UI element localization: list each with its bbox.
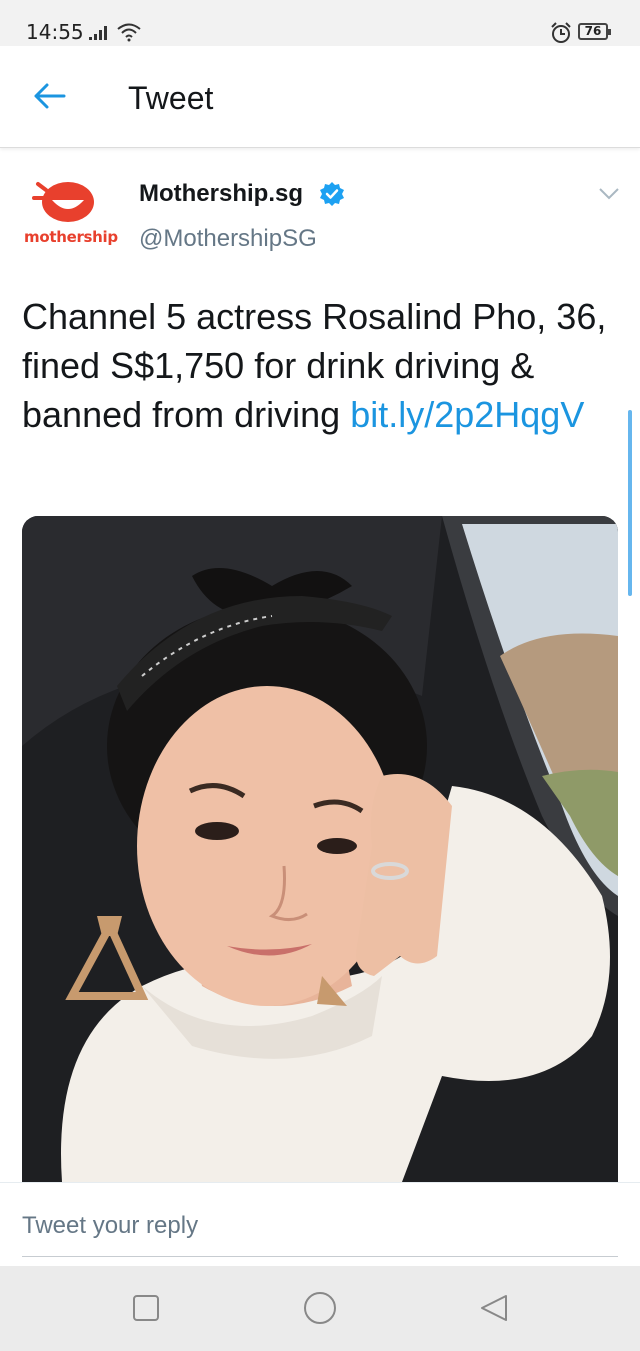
page-title: Tweet: [128, 80, 214, 116]
system-nav-bar: [0, 1266, 640, 1351]
verified-badge-icon: [320, 182, 344, 206]
app-header: Tweet: [0, 46, 640, 148]
status-time: 14:55: [26, 20, 84, 44]
tweet-link[interactable]: bit.ly/​2p2HqgV: [350, 394, 584, 435]
tweet-text: Channel 5 actress Rosalind Pho, 36, fine…: [22, 292, 622, 439]
chevron-down-icon[interactable]: [598, 187, 620, 201]
alarm-icon: [551, 22, 571, 43]
scrollbar[interactable]: [628, 410, 632, 596]
wifi-icon: [117, 23, 141, 42]
tweet-photo[interactable]: [22, 516, 618, 1182]
signal-icon: [89, 26, 107, 40]
photo-illustration: [22, 516, 618, 1182]
status-bar: 14:55 76: [0, 0, 640, 46]
reply-input[interactable]: [22, 1207, 618, 1257]
author-handle[interactable]: @MothershipSG: [139, 225, 317, 253]
avatar[interactable]: mothership: [24, 178, 118, 250]
arrow-left-icon[interactable]: [32, 82, 66, 110]
circle-icon[interactable]: [302, 1290, 338, 1326]
square-icon[interactable]: [130, 1292, 162, 1324]
mothership-logo-icon: [32, 182, 94, 222]
avatar-wordmark: mothership: [24, 228, 118, 246]
triangle-back-icon[interactable]: [478, 1292, 510, 1324]
author-name[interactable]: Mothership.sg: [139, 180, 303, 208]
battery-icon: 76: [578, 23, 611, 40]
reply-bar: [0, 1182, 640, 1266]
